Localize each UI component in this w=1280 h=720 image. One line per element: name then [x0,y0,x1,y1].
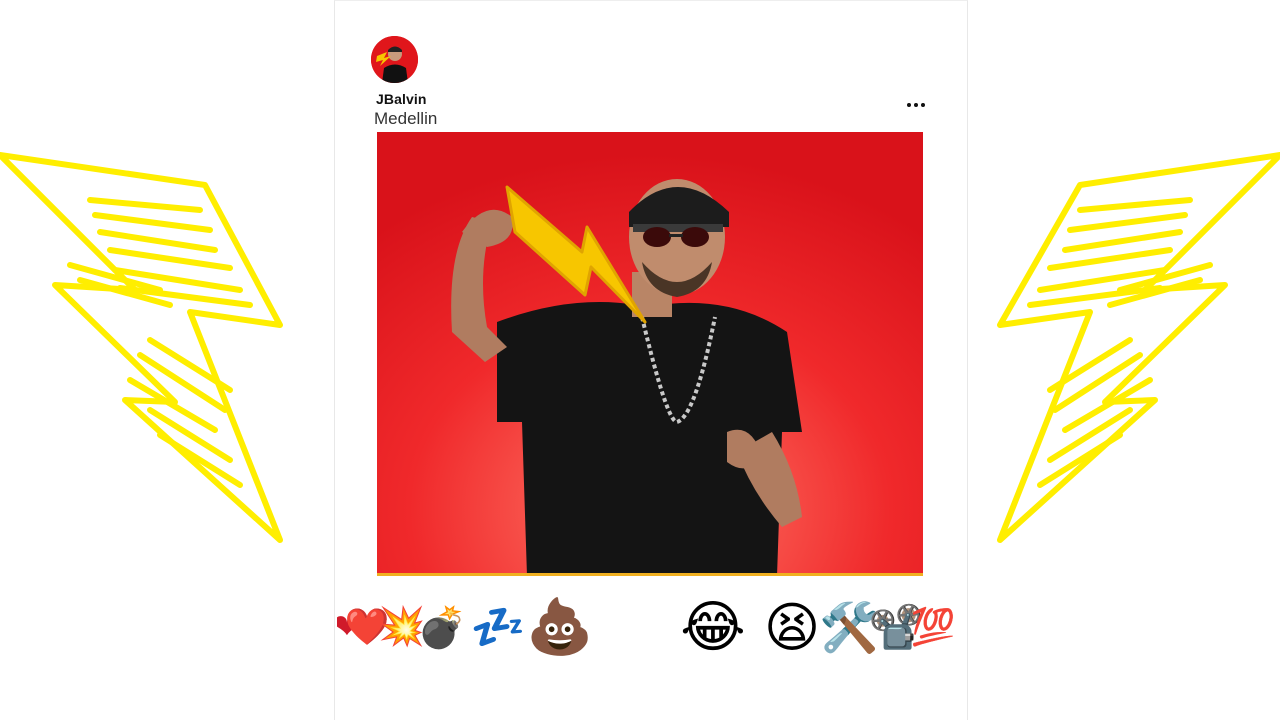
more-dot-icon [907,103,911,107]
avatar-image [371,36,418,83]
post-card: JBalvin Medellin ❤ ❤️ 💥 💣 💤 💩 😂 😫 🛠️ 📽️ … [334,0,968,720]
post-photo [377,132,923,573]
avatar[interactable] [371,36,418,83]
username[interactable]: JBalvin [376,91,427,107]
more-dot-icon [921,103,925,107]
hundred-points-icon: 💯 [910,606,956,647]
reaction-face-with-tears-of-joy[interactable]: 😂 [675,589,751,665]
stage: JBalvin Medellin ❤ ❤️ 💥 💣 💤 💩 😂 😫 🛠️ 📽️ … [0,0,1280,720]
reaction-tired-face[interactable]: 😫 [759,589,825,665]
reaction-hammer-and-wrench[interactable]: 🛠️ [819,589,879,665]
pile-of-poo-icon: 💩 [526,596,594,657]
lightning-bolt-decoration-right [997,152,1280,543]
bomb-icon: 💣 [417,605,467,650]
reaction-hundred-points[interactable]: 💯 [910,589,956,665]
more-options-button[interactable] [901,93,931,117]
post-image[interactable] [377,132,923,576]
location[interactable]: Medellin [374,109,437,129]
tired-face-icon: 😫 [763,597,821,658]
zzz-icon: 💤 [470,603,526,652]
face-with-tears-of-joy-icon: 😂 [680,595,746,658]
reaction-zzz[interactable]: 💤 [469,589,527,665]
reaction-pile-of-poo[interactable]: 💩 [525,589,595,665]
reaction-bar: ❤ ❤️ 💥 💣 💤 💩 😂 😫 � [335,589,969,669]
more-dot-icon [914,103,918,107]
lightning-bolt-decoration-left [0,152,283,543]
reaction-bomb[interactable]: 💣 [417,589,467,665]
